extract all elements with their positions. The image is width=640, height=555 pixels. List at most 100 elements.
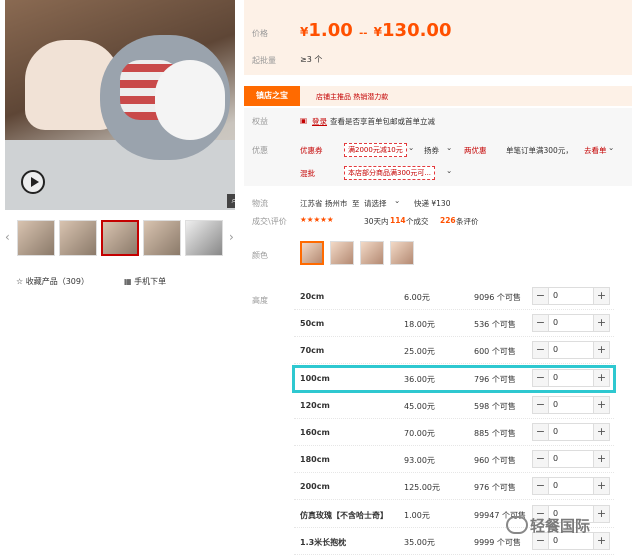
rights-label: 权益	[252, 117, 268, 126]
plus-button[interactable]: +	[593, 505, 609, 522]
favorite-label: 收藏产品（309）	[25, 277, 89, 286]
gift-icon: ▣	[300, 116, 308, 125]
minus-button[interactable]: −	[533, 478, 549, 495]
minus-button[interactable]: −	[533, 396, 549, 413]
plus-button[interactable]: +	[593, 342, 609, 359]
prev-arrow-icon[interactable]: ‹	[5, 230, 10, 244]
size-name: 70cm	[300, 346, 325, 356]
size-stock: 885 个可售	[474, 429, 516, 438]
size-price: 1.00元	[404, 510, 430, 520]
to-text: 至	[352, 199, 360, 208]
quantity-stepper: −0 +	[532, 477, 610, 496]
qrcode-icon: ▦	[124, 277, 132, 286]
promo-label: 优惠	[252, 146, 268, 155]
thumbnail-active[interactable]	[101, 220, 139, 256]
thumbnail[interactable]	[185, 220, 223, 256]
quantity-stepper: −0 +	[532, 314, 610, 333]
color-swatch[interactable]	[330, 241, 354, 265]
plus-button[interactable]: +	[593, 451, 609, 468]
play-icon[interactable]	[21, 170, 45, 194]
store-badge: 镇店之宝	[244, 86, 300, 106]
thumbnail[interactable]	[17, 220, 55, 256]
review-suffix[interactable]: 条评价	[456, 216, 479, 227]
size-name: 200cm	[300, 482, 330, 492]
table-row: 70cm 25.00元 600 个可售 −0 +	[294, 338, 614, 365]
size-name: 1.3米长抱枕	[300, 537, 347, 547]
store-tagline: 店铺主推品 热销潜力款	[316, 93, 389, 101]
plus-button[interactable]: +	[593, 532, 609, 549]
quantity-input[interactable]: 0	[553, 345, 558, 354]
quantity-stepper: −0 +	[532, 450, 610, 469]
rating-stars: ★★★★★	[300, 215, 334, 224]
plus-button[interactable]: +	[593, 288, 609, 304]
size-name: 160cm	[300, 428, 330, 437]
logistics-label: 物流	[252, 199, 268, 208]
watermark: 轻餐国际	[530, 517, 591, 535]
mobile-order-button[interactable]: ▦ 手机下单	[124, 276, 166, 287]
magnifier-icon[interactable]: ⌕	[227, 194, 235, 208]
size-stock: 536 个可售	[474, 320, 516, 330]
quantity-input[interactable]: 0	[553, 454, 558, 463]
chevron-down-icon[interactable]: ⌄	[446, 166, 452, 175]
quantity-stepper: −0 +	[532, 287, 610, 305]
review-count[interactable]: 226	[440, 216, 456, 225]
size-name: 180cm	[300, 455, 330, 465]
thumbnail[interactable]	[59, 220, 97, 256]
coupon-label: 优惠券	[300, 146, 323, 155]
quantity-stepper: −0 +	[532, 341, 610, 360]
quantity-input[interactable]: 0	[553, 536, 558, 545]
color-label: 颜色	[252, 251, 268, 260]
quantity-input[interactable]: 0	[553, 291, 558, 300]
chevron-down-icon[interactable]: ⌄	[394, 196, 400, 205]
wechat-icon	[506, 516, 528, 534]
size-price: 25.00元	[404, 347, 435, 357]
size-name: 120cm	[300, 400, 330, 410]
thumbnail[interactable]	[143, 220, 181, 256]
size-name: 50cm	[300, 319, 325, 329]
minus-button[interactable]: −	[533, 451, 549, 468]
destination-select[interactable]: 请选择	[364, 198, 387, 209]
login-link[interactable]: 登录	[312, 116, 327, 127]
table-row: 160cm 70.00元 885 个可售 −0 +	[294, 420, 614, 446]
minus-button[interactable]: −	[533, 315, 549, 332]
mix-text: 单笔订单满300元，	[506, 146, 573, 155]
color-swatch[interactable]	[390, 241, 414, 265]
size-price: 93.00元	[404, 456, 435, 466]
table-row: 200cm 125.00元 976 个可售 −0 +	[294, 474, 614, 501]
table-row: 180cm 93.00元 960 个可售 −0 +	[294, 447, 614, 474]
quantity-input[interactable]: 0	[553, 481, 558, 490]
plus-button[interactable]: +	[593, 315, 609, 332]
next-arrow-icon[interactable]: ›	[229, 230, 234, 244]
chevron-down-icon[interactable]: ⌄	[608, 143, 614, 152]
size-price: 6.00元	[404, 293, 430, 302]
size-stock: 976 个可售	[474, 483, 516, 493]
selection-highlight	[292, 365, 616, 393]
size-stock: 598 个可售	[474, 401, 516, 411]
color-swatch-active[interactable]	[300, 241, 324, 265]
days-text: 30天内	[364, 217, 389, 226]
quantity-input[interactable]: 0	[553, 318, 558, 327]
price-range: ¥1.00 -- ¥130.00	[300, 20, 452, 41]
plus-button[interactable]: +	[593, 396, 609, 413]
quantity-input[interactable]: 0	[553, 400, 558, 409]
minus-button[interactable]: −	[533, 342, 549, 359]
minus-button[interactable]: −	[533, 424, 549, 440]
plus-button[interactable]: +	[593, 424, 609, 440]
main-product-image[interactable]: ⌕	[5, 0, 235, 210]
plus-button[interactable]: +	[593, 478, 609, 495]
favorite-button[interactable]: ☆ 收藏产品（309）	[16, 276, 89, 287]
table-row: 120cm 45.00元 598 个可售 −0 +	[294, 393, 614, 419]
rights-text: 查看是否享首单包邮或首单立减	[330, 117, 435, 126]
moq-label: 起批量	[252, 56, 276, 65]
chevron-down-icon[interactable]: ⌄	[408, 143, 414, 152]
chevron-down-icon[interactable]: ⌄	[446, 143, 452, 152]
coupon-tag[interactable]: 满2000元减10元	[344, 143, 407, 157]
minus-button[interactable]: −	[533, 288, 549, 304]
view-order-link[interactable]: 去看单	[584, 145, 607, 156]
mixbatch-tag[interactable]: 本店部分商品满300元可...	[344, 166, 436, 180]
mobile-order-label: 手机下单	[134, 277, 167, 286]
quantity-input[interactable]: 0	[553, 427, 558, 436]
quantity-stepper: −0 +	[532, 395, 610, 414]
quantity-stepper: −0 +	[532, 423, 610, 441]
color-swatch[interactable]	[360, 241, 384, 265]
